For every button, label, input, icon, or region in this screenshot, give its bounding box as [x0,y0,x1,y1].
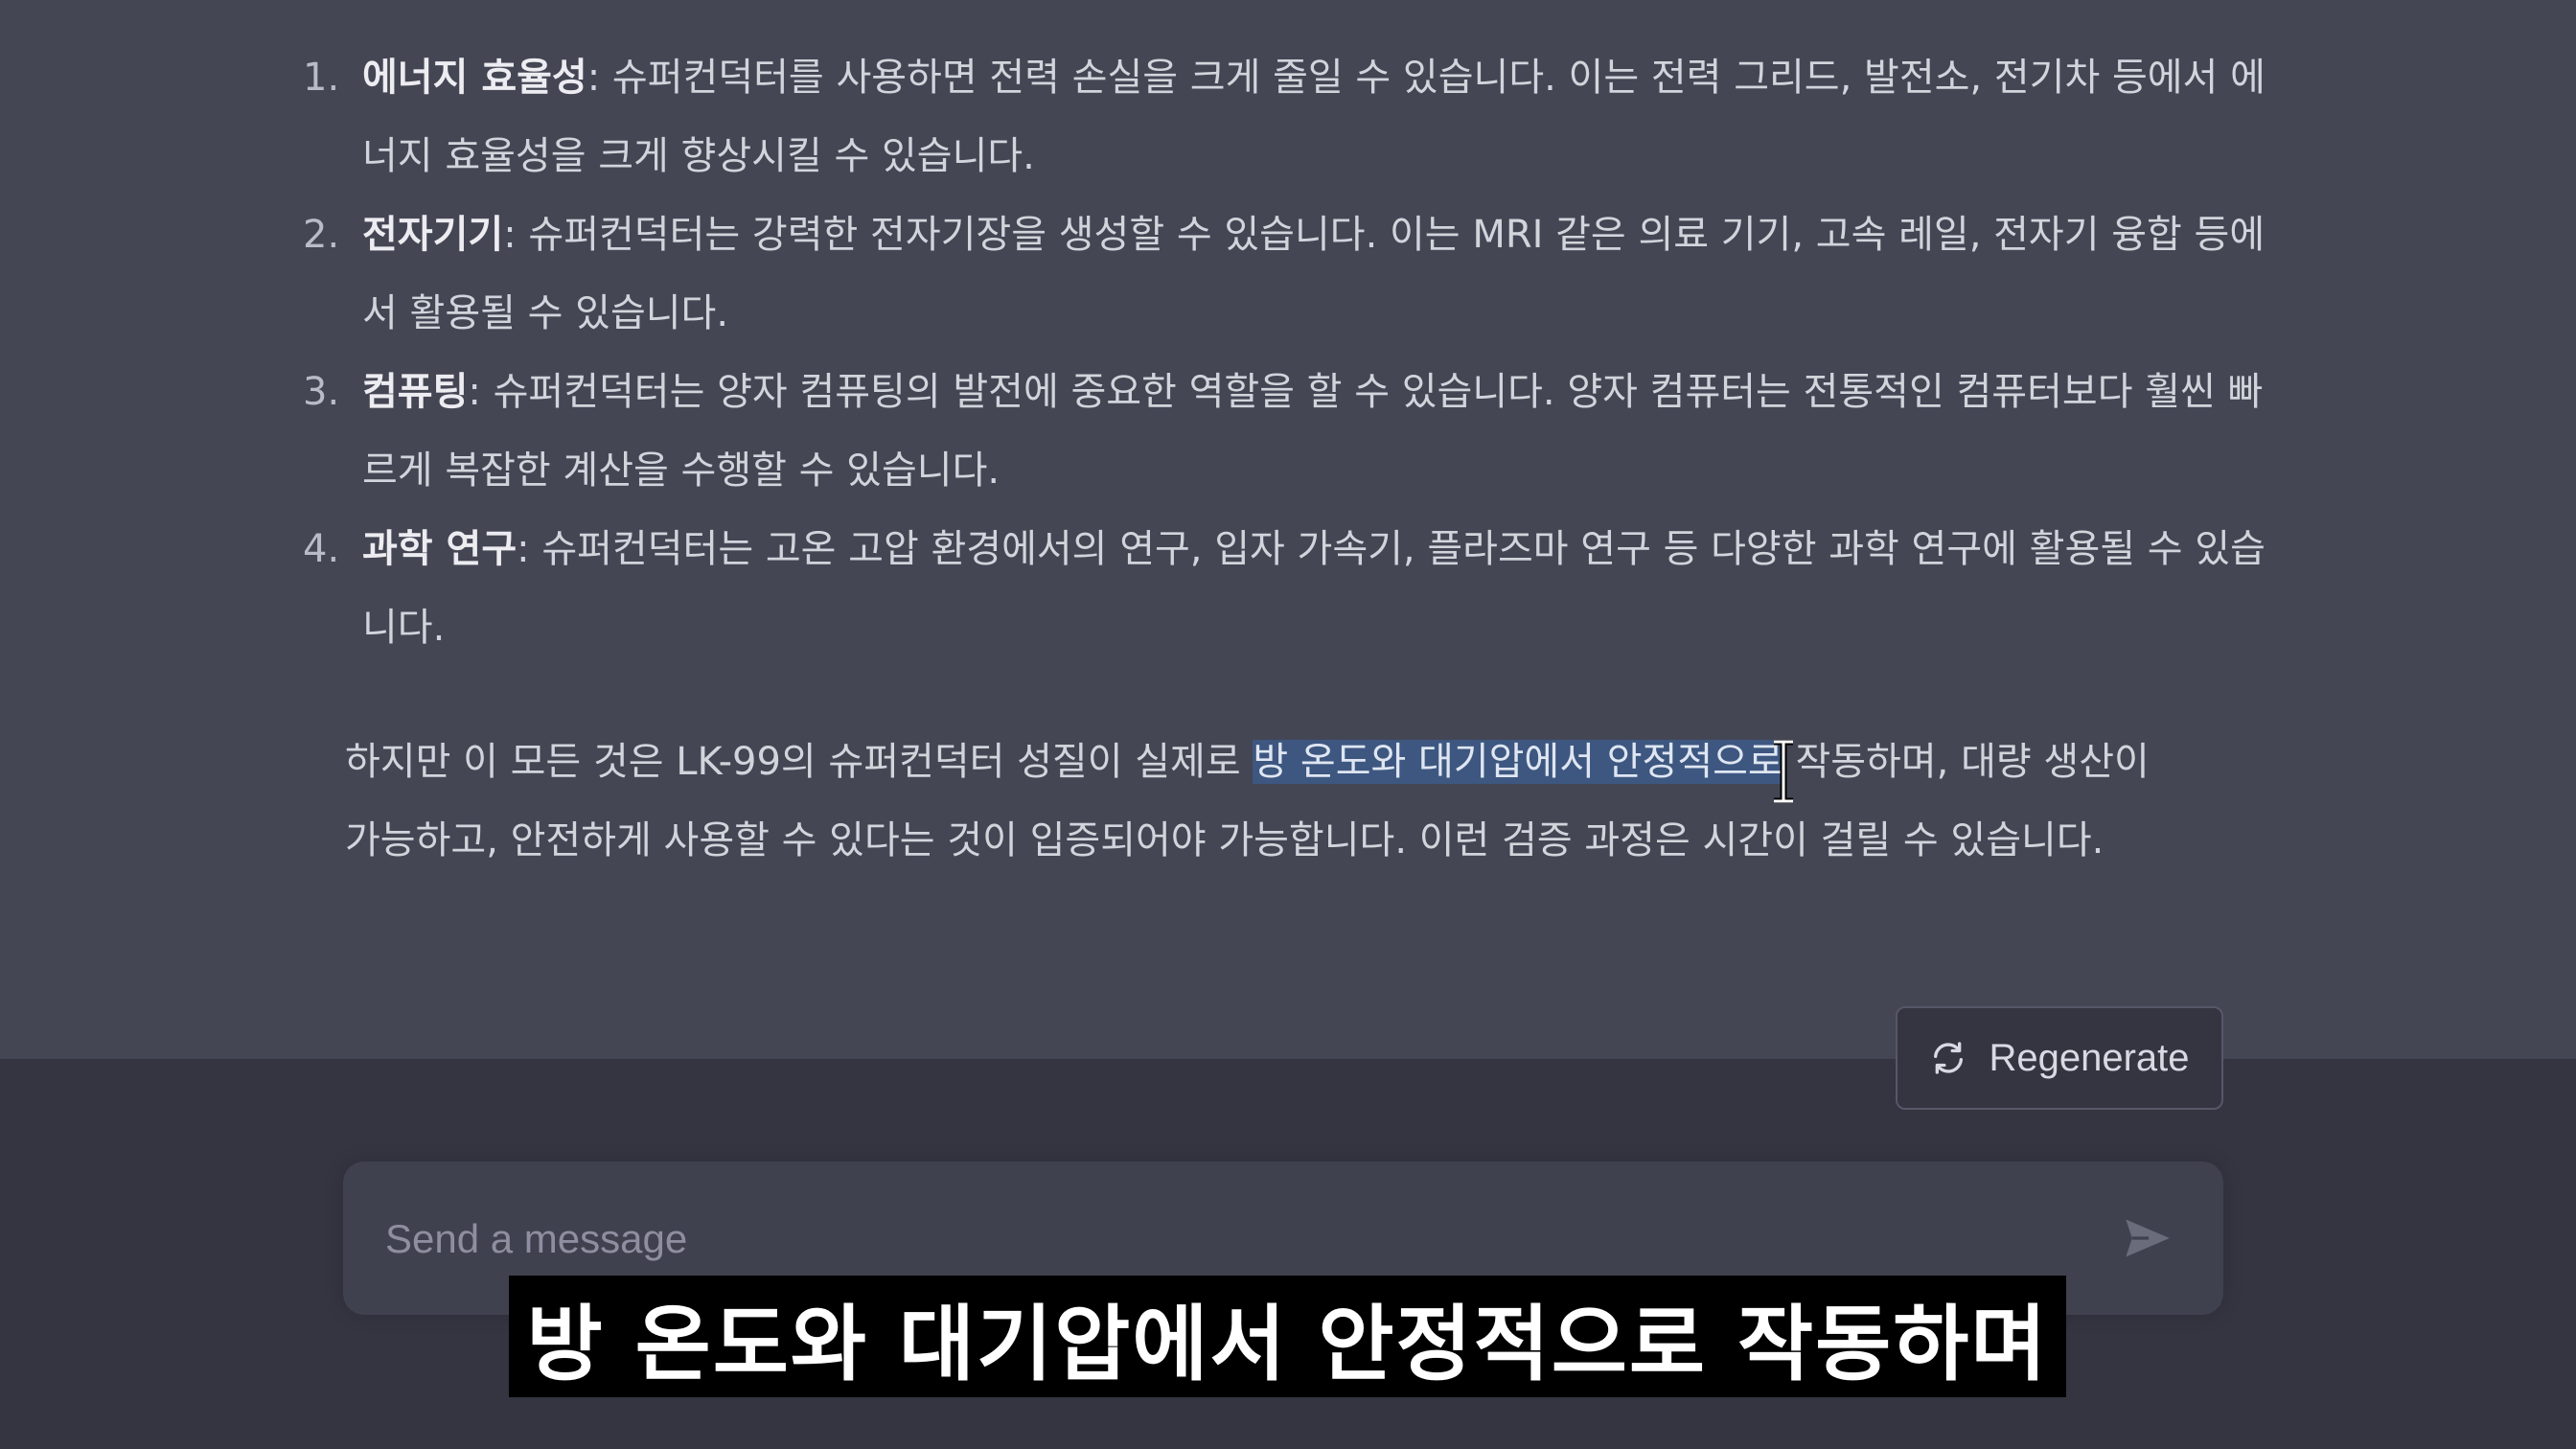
list-number: 2. [303,213,340,257]
benefits-list: 1. 에너지 효율성: 슈퍼컨덕터를 사용하면 전력 손실을 크게 줄일 수 있… [288,38,2266,667]
list-item-text: : 슈퍼컨덕터를 사용하면 전력 손실을 크게 줄일 수 있습니다. 이는 전력… [362,56,2266,178]
video-subtitle: 방 온도와 대기압에서 안정적으로 작동하며 [509,1276,2066,1397]
list-item-text: : 슈퍼컨덕터는 강력한 전자기장을 생성할 수 있습니다. 이는 MRI 같은… [362,213,2266,335]
send-icon [2126,1219,2170,1257]
list-item-title: 과학 연구 [362,527,518,571]
list-item-title: 전자기기 [362,213,504,257]
list-item: 3. 컴퓨팅: 슈퍼컨덕터는 양자 컴퓨팅의 발전에 중요한 역할을 할 수 있… [288,353,2279,510]
list-item-title: 컴퓨팅 [362,370,469,414]
list-item: 2. 전자기기: 슈퍼컨덕터는 강력한 전자기장을 생성할 수 있습니다. 이는… [288,196,2279,353]
regenerate-label: Regenerate [1989,1036,2190,1079]
list-item: 4. 과학 연구: 슈퍼컨덕터는 고온 고압 환경에서의 연구, 입자 가속기,… [288,510,2279,667]
message-input[interactable] [383,1198,2064,1280]
refresh-icon [1934,1042,1964,1074]
assistant-message: 1. 에너지 효율성: 슈퍼컨덕터를 사용하면 전력 손실을 크게 줄일 수 있… [288,38,2266,918]
list-number: 1. [303,56,340,100]
list-item-title: 에너지 효율성 [362,56,587,100]
send-button[interactable] [2120,1211,2174,1265]
list-item-text: : 슈퍼컨덕터는 고온 고압 환경에서의 연구, 입자 가속기, 플라즈마 연구… [362,527,2266,650]
conclusion-paragraph[interactable]: 하지만 이 모든 것은 LK-99의 슈퍼컨덕터 성질이 실제로 방 온도와 대… [288,723,2185,880]
regenerate-button[interactable]: Regenerate [1896,1006,2223,1110]
list-number: 4. [303,527,340,571]
list-number: 3. [303,370,340,414]
list-item-text: : 슈퍼컨덕터는 양자 컴퓨팅의 발전에 중요한 역할을 할 수 있습니다. 양… [362,370,2264,493]
list-item: 1. 에너지 효율성: 슈퍼컨덕터를 사용하면 전력 손실을 크게 줄일 수 있… [288,38,2279,196]
chatgpt-window: 1. 에너지 효율성: 슈퍼컨덕터를 사용하면 전력 손실을 크게 줄일 수 있… [0,0,2576,1449]
paragraph-text-before: 하지만 이 모든 것은 LK-99의 슈퍼컨덕터 성질이 실제로 [345,740,1254,784]
selected-text[interactable]: 방 온도와 대기압에서 안정적으로 [1253,740,1783,784]
